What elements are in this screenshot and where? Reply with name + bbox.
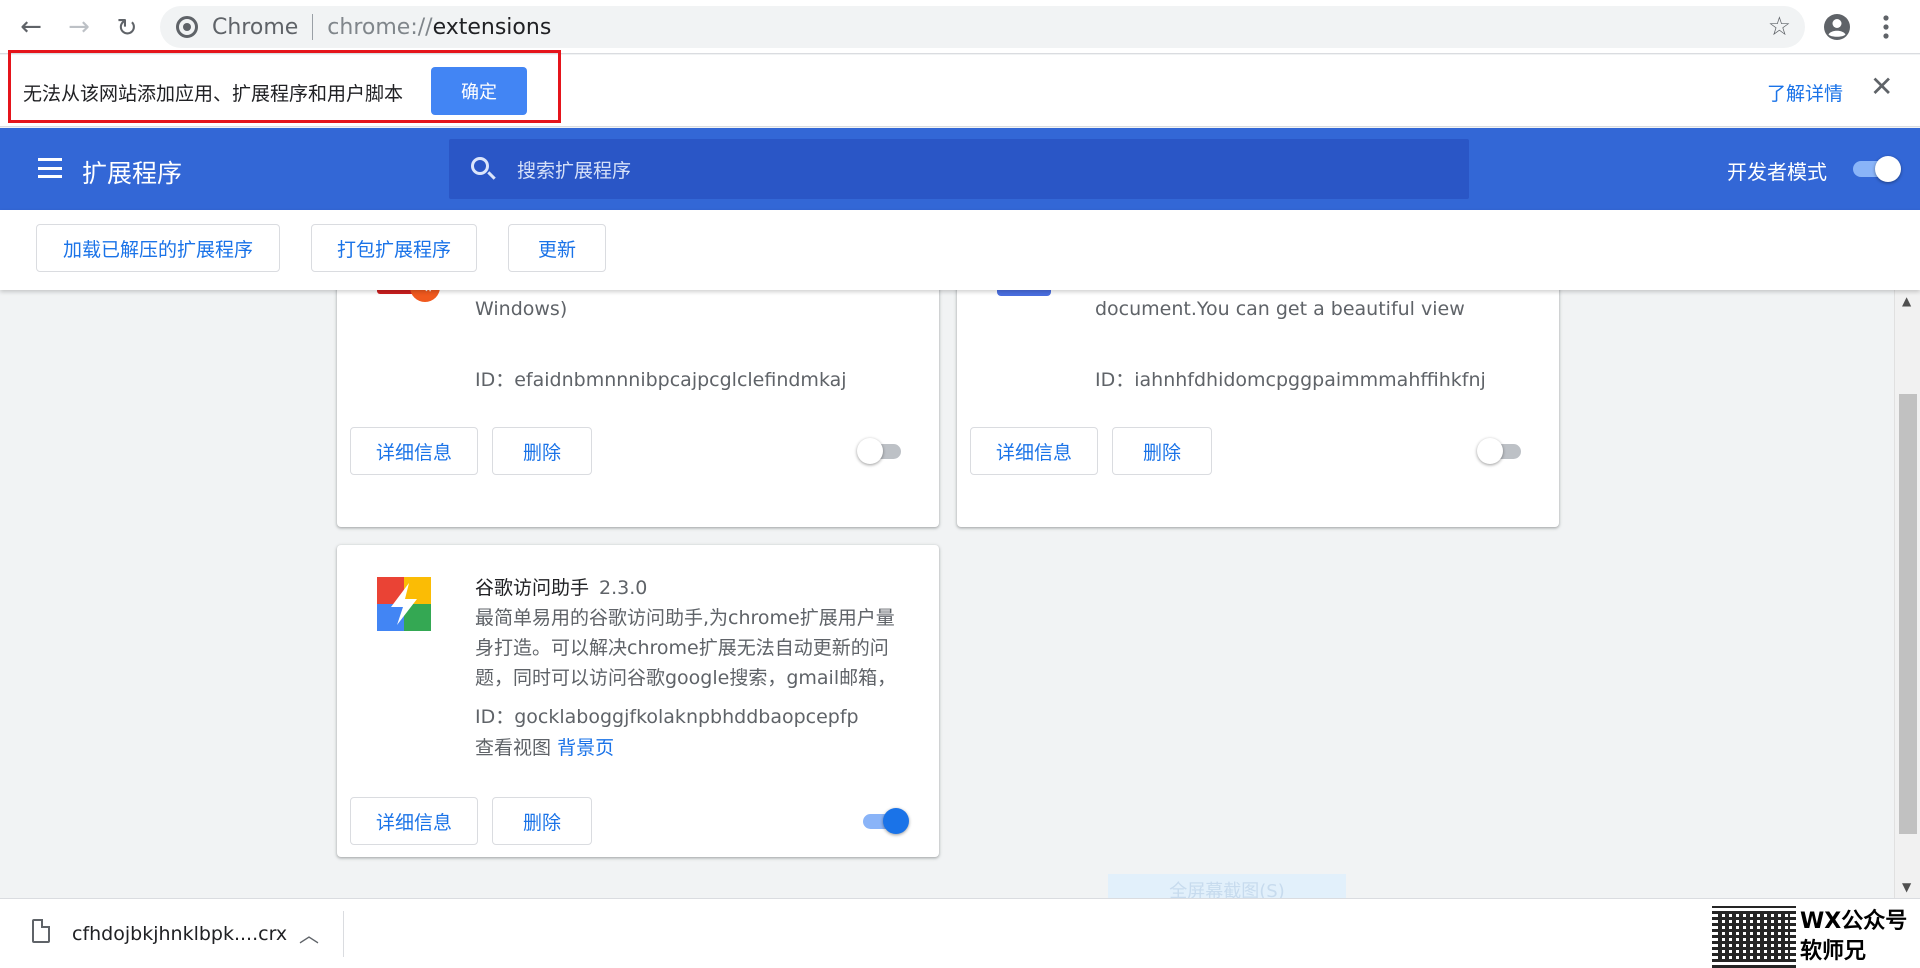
file-icon [32, 919, 50, 943]
extensions-list: ⇥ 将当前网页转换为 Adobe PDF 文件（仅限 Windows) ID：e… [0, 290, 1894, 898]
download-shelf: cfhdojbkjhnklbpk....crx ︿ [0, 898, 1920, 968]
extension-description: 将当前网页转换为 Adobe PDF 文件（仅限 Windows) [475, 298, 568, 320]
remove-button[interactable]: 删除 [492, 427, 592, 475]
star-icon[interactable]: ☆ [1768, 12, 1791, 42]
extension-description: 最简单易用的谷歌访问助手,为chrome扩展用户量身打造。可以解决chrome扩… [475, 607, 897, 689]
page-title: 扩展程序 [82, 159, 183, 188]
extension-card-google-helper: 谷歌访问助手 2.3.0 最简单易用的谷歌访问助手,为chrome扩展用户量身打造… [337, 545, 939, 857]
account-icon[interactable] [1823, 13, 1851, 41]
fullscreen-screenshot-button[interactable]: 全屏幕截图(S) [1108, 874, 1346, 898]
extension-name: 谷歌访问助手 2.3.0 [475, 573, 647, 600]
enable-toggle[interactable] [857, 438, 905, 464]
menu-icon[interactable] [38, 158, 62, 178]
remove-button[interactable]: 删除 [492, 797, 592, 845]
update-button[interactable]: 更新 [508, 224, 606, 272]
dev-mode-toggle[interactable] [1853, 156, 1901, 182]
google-helper-icon [377, 577, 431, 631]
search-input[interactable]: 搜索扩展程序 [449, 139, 1469, 199]
extension-name-text: 谷歌访问助手 [475, 577, 590, 599]
background-page-link[interactable]: 背景页 [557, 737, 614, 759]
shelf-divider [343, 911, 344, 957]
json-extension-icon [997, 290, 1051, 296]
scroll-thumb[interactable] [1899, 394, 1917, 834]
search-icon [471, 157, 489, 175]
extension-card-json: It's a browser and editor for JSON docum… [957, 290, 1559, 527]
browser-toolbar: ← → ↻ Chrome chrome:// extensions ☆ [0, 0, 1920, 54]
dev-mode-label: 开发者模式 [1727, 160, 1827, 184]
extension-version: 2.3.0 [599, 577, 648, 599]
inspect-views-label: 查看视图 [475, 737, 552, 759]
extension-id: ID：iahnhfdhidomcpggpaimmmahffihkfnj [1095, 369, 1486, 391]
omnibox-separator [312, 14, 314, 40]
forward-arrow-icon[interactable]: → [61, 9, 97, 45]
load-unpacked-button[interactable]: 加载已解压的扩展程序 [36, 224, 280, 272]
scroll-down-icon[interactable]: ▼ [1902, 880, 1911, 894]
chevron-up-icon[interactable]: ︿ [299, 919, 319, 948]
reload-icon[interactable]: ↻ [109, 9, 145, 45]
close-icon[interactable]: ✕ [1870, 73, 1893, 101]
extension-id: ID：efaidnbmnnnibpcajpcglclefindmkaj [475, 369, 847, 391]
infobar-message: 无法从该网站添加应用、扩展程序和用户脚本 [23, 83, 404, 105]
back-arrow-icon[interactable]: ← [13, 9, 49, 45]
scroll-up-icon[interactable]: ▲ [1902, 294, 1911, 308]
remove-button[interactable]: 删除 [1112, 427, 1212, 475]
infobar: 无法从该网站添加应用、扩展程序和用户脚本 确定 了解详情 ✕ [0, 55, 1920, 127]
address-bar[interactable]: Chrome chrome:// extensions ☆ [160, 6, 1805, 48]
confirm-button[interactable]: 确定 [431, 67, 527, 115]
pack-extension-button[interactable]: 打包扩展程序 [311, 224, 477, 272]
download-file-name[interactable]: cfhdojbkjhnklbpk....crx [72, 923, 287, 945]
qr-code-icon [1712, 906, 1796, 968]
adobe-badge-icon: ⇥ [410, 290, 440, 302]
extension-card-adobe: ⇥ 将当前网页转换为 Adobe PDF 文件（仅限 Windows) ID：e… [337, 290, 939, 527]
extension-id: ID：gocklaboggjfkolaknpbhddbaopcepfp [475, 706, 859, 728]
learn-more-link[interactable]: 了解详情 [1767, 79, 1843, 106]
chrome-icon [176, 16, 198, 38]
scrollbar[interactable]: ▲ ▼ [1894, 290, 1920, 898]
site-name: Chrome [212, 14, 299, 40]
watermark-line1: WX公众号 [1800, 909, 1908, 934]
url-host: extensions [432, 14, 552, 40]
watermark: WX公众号 软师兄 [1712, 906, 1920, 968]
extensions-header: 扩展程序 搜索扩展程序 开发者模式 [0, 128, 1920, 210]
more-vert-icon[interactable] [1880, 13, 1892, 41]
inspect-views: 查看视图 背景页 [475, 733, 614, 760]
search-placeholder: 搜索扩展程序 [517, 160, 632, 182]
enable-toggle[interactable] [1477, 438, 1525, 464]
url-scheme: chrome:// [327, 14, 433, 40]
extension-description: It's a browser and editor for JSON docum… [1095, 298, 1465, 320]
enable-toggle[interactable] [861, 808, 909, 834]
watermark-line2: 软师兄 [1800, 939, 1867, 964]
details-button[interactable]: 详细信息 [350, 797, 478, 845]
details-button[interactable]: 详细信息 [350, 427, 478, 475]
details-button[interactable]: 详细信息 [970, 427, 1098, 475]
developer-toolbar: 加载已解压的扩展程序 打包扩展程序 更新 [0, 210, 1920, 290]
